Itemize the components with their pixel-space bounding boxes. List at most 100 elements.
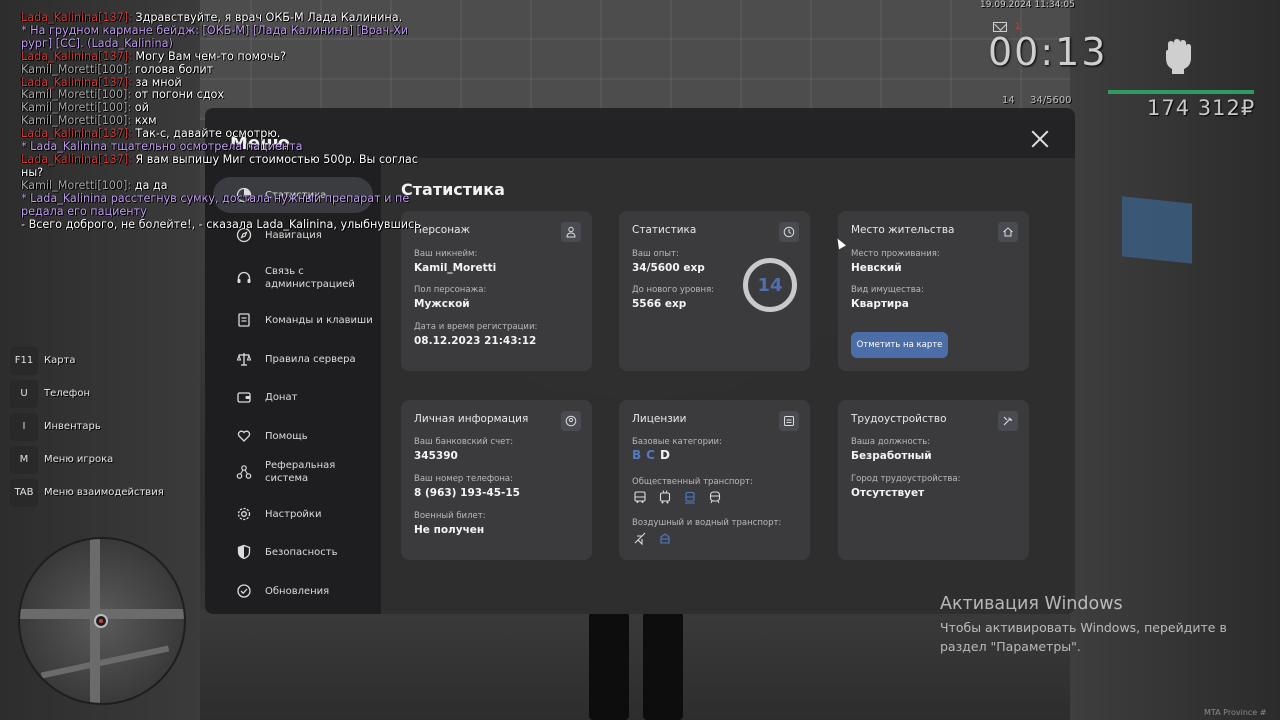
- gender-value: Мужской: [414, 298, 470, 310]
- chat-sender: Lada_Kalinina[137]:: [21, 11, 132, 24]
- air-water-transport-icons: [632, 530, 673, 546]
- card-employment: Трудоустройство Ваша должность: Безработ…: [838, 400, 1029, 560]
- close-icon[interactable]: [1031, 130, 1049, 148]
- person-icon: [561, 222, 581, 242]
- next-level-label: До нового уровня:: [632, 285, 715, 295]
- player-character: [585, 612, 685, 720]
- windows-activation-watermark: Активация Windows Чтобы активировать Win…: [940, 594, 1240, 656]
- health-bar: [1108, 90, 1254, 94]
- gear-icon: [235, 505, 253, 523]
- key-badge: I: [10, 412, 38, 441]
- server-tag: MTA Province #: [1204, 708, 1267, 717]
- keyhint-player-menu[interactable]: M Меню игрока: [10, 445, 164, 474]
- chat-message: * Lada_Kalinina расстегнув сумку, достал…: [21, 191, 410, 205]
- sidebar-item-label: Правила сервера: [265, 353, 356, 365]
- job-city-value: Отсутствует: [851, 487, 925, 499]
- keyhint-map[interactable]: F11 Карта: [10, 346, 164, 375]
- chat-message: рург] [СС]. (Lada_Kalinina): [21, 36, 173, 50]
- house-icon: [998, 222, 1018, 242]
- clock-icon: [779, 222, 799, 242]
- metro-icon: [707, 489, 723, 505]
- card-title: Статистика: [632, 224, 697, 236]
- keyhint-label: Меню взаимодействия: [44, 487, 164, 498]
- card-title: Лицензии: [632, 413, 687, 425]
- sidebar-item-rules[interactable]: Правила сервера: [213, 341, 373, 377]
- boat-icon: [657, 530, 673, 546]
- user-circle-icon: [561, 411, 581, 431]
- job-city-label: Город трудоустройства:: [851, 474, 961, 484]
- public-transport-label: Общественный транспорт:: [632, 477, 753, 487]
- keyhint-label: Телефон: [44, 388, 91, 399]
- chat-sender: Kamil_Moretti[100]:: [21, 178, 132, 192]
- sidebar-item-label: Настройки: [265, 508, 322, 520]
- residence-place-value: Невский: [851, 262, 902, 274]
- sidebar-item-label: Обновления: [265, 585, 330, 597]
- chat-message: Я вам выпишу Миг стоимостью 500р. Вы сог…: [131, 152, 418, 166]
- sidebar-item-label: Безопасность: [265, 546, 338, 558]
- headset-icon: [235, 269, 253, 287]
- mark-on-map-button[interactable]: Отметить на карте: [851, 332, 948, 358]
- exp-label: Ваш опыт:: [632, 249, 679, 259]
- chat-message: Здравствуйте, я врач ОКБ-М Лада Калинина…: [131, 11, 403, 24]
- sidebar-item-updates[interactable]: Обновления: [213, 573, 373, 609]
- keyhint-phone[interactable]: U Телефон: [10, 379, 164, 408]
- key-badge: U: [10, 379, 38, 408]
- license-cat-d: D: [659, 448, 675, 462]
- chat-sender: Kamil_Moretti[100]:: [21, 88, 132, 102]
- shield-icon: [235, 543, 253, 561]
- document-icon: [235, 311, 253, 329]
- job-position-label: Ваша должность:: [851, 437, 931, 447]
- chat-message: Так-с, давайте осмотрю.: [131, 127, 281, 141]
- hud-clock: 00:13: [988, 30, 1108, 74]
- exp-value: 34/5600 exp: [632, 262, 705, 274]
- keyhint-label: Меню игрока: [44, 454, 114, 465]
- chat-message: * На грудном кармане бейдж: [ОКБ-М] [Лад…: [21, 23, 409, 37]
- wallet-icon: [235, 388, 253, 406]
- windows-activation-subtitle: Чтобы активировать Windows, перейдите в …: [940, 620, 1227, 654]
- nickname-label: Ваш никнейм:: [414, 249, 478, 259]
- sidebar-item-admin-contact[interactable]: Связь с администрацией: [213, 256, 373, 300]
- key-hints: F11 Карта U Телефон I Инвентарь M Меню и…: [10, 346, 164, 511]
- key-badge: F11: [10, 346, 38, 375]
- chat-sender: Kamil_Moretti[100]:: [21, 62, 132, 76]
- chat-line: - Всего доброго, не болейте!, - сказала …: [21, 217, 491, 232]
- sidebar-item-referral[interactable]: Реферальная система: [213, 450, 373, 494]
- sidebar-item-label: Донат: [265, 391, 298, 403]
- chat-message: * Lada_Kalinina тщательно осмотрела паци…: [21, 140, 303, 154]
- plane-icon: [632, 530, 648, 546]
- chat-message: ой: [131, 101, 149, 115]
- network-icon: [235, 463, 253, 481]
- keyhint-interaction-menu[interactable]: TAB Меню взаимодействия: [10, 478, 164, 507]
- chat-sender: Lada_Kalinina[137]:: [21, 127, 132, 141]
- sidebar-item-commands[interactable]: Команды и клавиши: [213, 302, 373, 338]
- card-title: Место жительства: [851, 224, 955, 236]
- chat-sender: Lada_Kalinina[137]:: [21, 49, 132, 63]
- registration-value: 08.12.2023 21:43:12: [414, 335, 537, 347]
- chat-message: Могу Вам чем-то помочь?: [131, 49, 286, 63]
- base-categories-label: Базовые категории:: [632, 437, 722, 447]
- card-title: Личная информация: [414, 413, 529, 425]
- windows-activation-title: Активация Windows: [940, 594, 1123, 614]
- sidebar-item-help[interactable]: Помощь: [213, 418, 373, 454]
- sidebar-item-donate[interactable]: Донат: [213, 379, 373, 415]
- residence-place-label: Место проживания:: [851, 249, 940, 259]
- tram-icon: [682, 489, 698, 505]
- bus-icon: [632, 489, 648, 505]
- chat-sender: Lada_Kalinina[137]:: [21, 75, 132, 89]
- card-statistics: Статистика Ваш опыт: 34/5600 exp До ново…: [619, 211, 810, 371]
- sidebar-item-security[interactable]: Безопасность: [213, 534, 373, 570]
- sidebar-item-settings[interactable]: Настройки: [213, 496, 373, 532]
- military-id-label: Военный билет:: [414, 511, 486, 521]
- card-licenses: Лицензии Базовые категории: BCD Обществе…: [619, 400, 810, 560]
- id-card-icon: [779, 411, 799, 431]
- card-character: Персонаж Ваш никнейм: Kamil_Moretti Пол …: [401, 211, 592, 371]
- phone-label: Ваш номер телефона:: [414, 474, 513, 484]
- public-transport-icons: [632, 489, 723, 505]
- chat-message: от погони сдох: [131, 88, 225, 102]
- chat-message: голова болит: [131, 62, 214, 76]
- keyhint-inventory[interactable]: I Инвентарь: [10, 412, 164, 441]
- sidebar-item-label: Помощь: [265, 430, 308, 442]
- hud-datetime: 19.09.2024 11:34:05: [980, 0, 1075, 10]
- heart-hands-icon: [235, 427, 253, 445]
- chat-message: - Всего доброго, не болейте!, - сказала …: [21, 217, 421, 231]
